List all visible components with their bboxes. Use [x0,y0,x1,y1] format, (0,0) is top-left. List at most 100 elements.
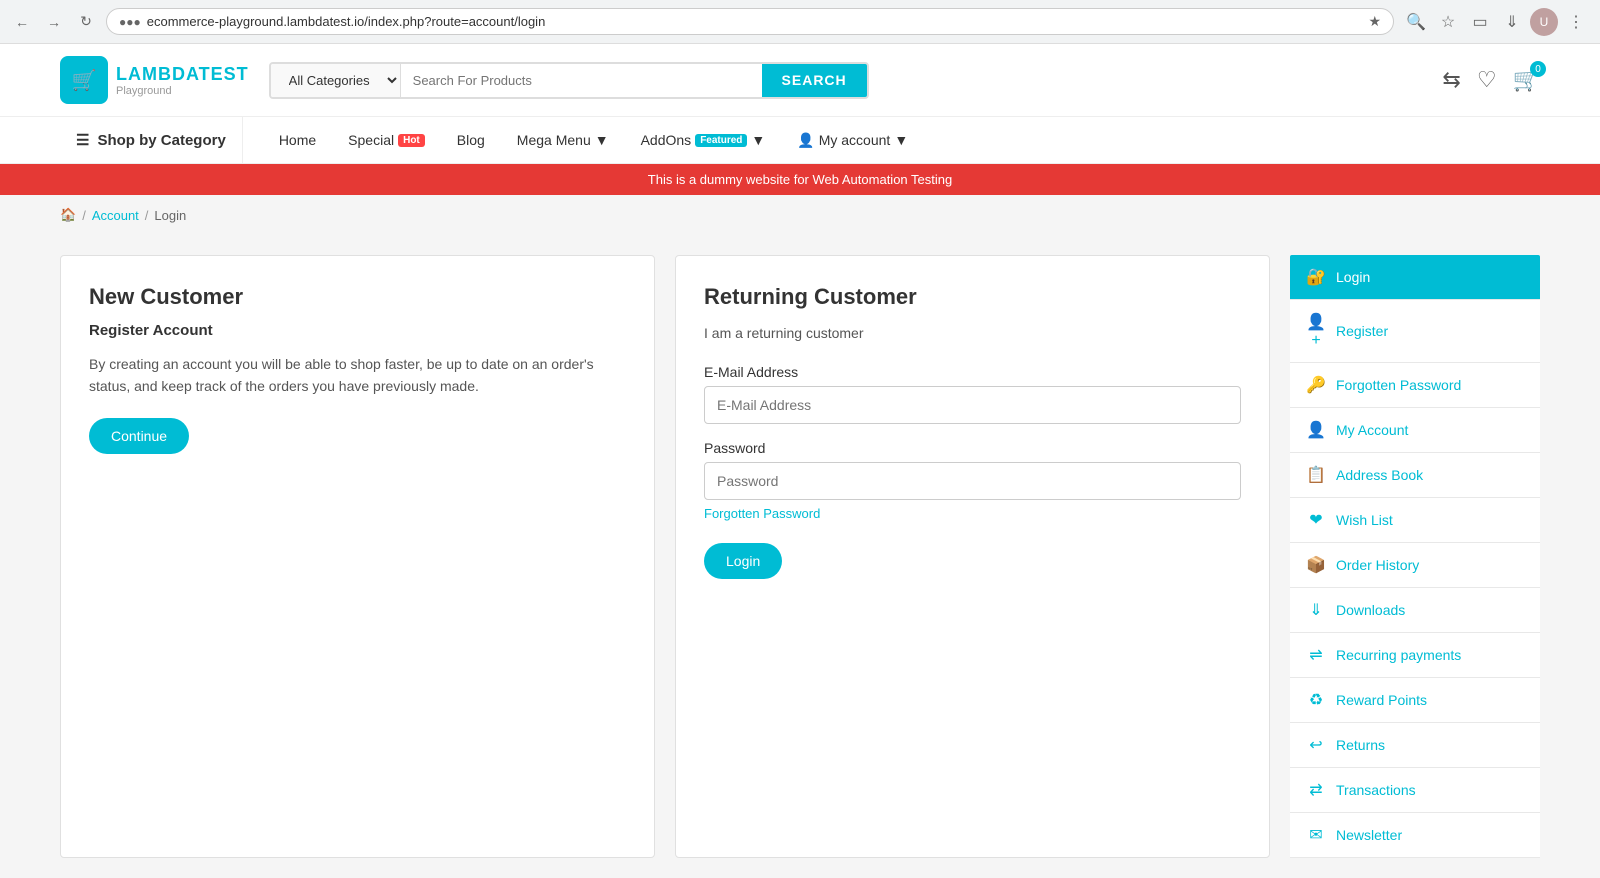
site-header: 🛒 LAMBDATEST Playground All Categories S… [0,44,1600,117]
sidebar-item-downloads[interactable]: ⇓ Downloads [1290,588,1540,633]
cast-button[interactable]: ▭ [1466,8,1494,36]
address-book-icon: 📋 [1306,465,1326,485]
order-history-icon: 📦 [1306,555,1326,575]
forward-button[interactable]: → [42,10,66,34]
back-button[interactable]: ← [10,10,34,34]
compare-icon: ⇆ [1442,67,1460,93]
returning-customer-panel: Returning Customer I am a returning cust… [675,255,1270,858]
downloads-icon: ⇓ [1306,600,1326,620]
nav-my-account[interactable]: 👤 My account ▼ [781,118,924,163]
breadcrumb-sep-2: / [145,208,149,223]
featured-badge: Featured [695,134,747,147]
sidebar-item-my-account[interactable]: 👤 My Account [1290,408,1540,453]
sidebar-item-newsletter[interactable]: ✉ Newsletter [1290,813,1540,858]
hot-badge: Hot [398,134,425,147]
new-customer-panel: New Customer Register Account By creatin… [60,255,655,858]
continue-button[interactable]: Continue [89,418,189,454]
sidebar-register-label: Register [1336,323,1388,339]
nav-home-label: Home [279,132,316,148]
nav-blog-label: Blog [457,132,485,148]
breadcrumb-account[interactable]: Account [92,208,139,223]
sidebar-transactions-label: Transactions [1336,782,1416,798]
email-form-group: E-Mail Address [704,364,1241,424]
sidebar-item-login[interactable]: 🔐 Login [1290,255,1540,300]
sidebar-newsletter-label: Newsletter [1336,827,1402,843]
url-bar[interactable]: ●●● ecommerce-playground.lambdatest.io/i… [106,8,1394,35]
sidebar-item-address-book[interactable]: 📋 Address Book [1290,453,1540,498]
sidebar: 🔐 Login 👤+ Register 🔑 Forgotten Password… [1290,255,1540,858]
search-button[interactable]: SEARCH [762,64,867,97]
login-button[interactable]: Login [704,543,782,579]
transactions-icon: ⇄ [1306,780,1326,800]
returning-customer-subtitle: I am a returning customer [704,322,1241,344]
nav-home[interactable]: Home [263,118,332,162]
sidebar-item-recurring-payments[interactable]: ⇌ Recurring payments [1290,633,1540,678]
breadcrumb-login: Login [154,208,186,223]
forgotten-password-icon: 🔑 [1306,375,1326,395]
menu-icon: ☰ [76,131,89,149]
sidebar-item-transactions[interactable]: ⇄ Transactions [1290,768,1540,813]
promo-banner: This is a dummy website for Web Automati… [0,164,1600,195]
menu-button[interactable]: ⋮ [1562,8,1590,36]
my-account-icon: 👤 [1306,420,1326,440]
recurring-payments-icon: ⇌ [1306,645,1326,665]
returning-customer-title: Returning Customer [704,284,1241,310]
email-input[interactable] [704,386,1241,424]
nav-mega-menu-label: Mega Menu [517,132,591,148]
shop-by-category[interactable]: ☰ Shop by Category [60,117,243,163]
register-icon: 👤+ [1306,312,1326,350]
sidebar-login-label: Login [1336,269,1370,285]
sidebar-item-order-history[interactable]: 📦 Order History [1290,543,1540,588]
wishlist-button[interactable]: ♡ [1477,67,1497,93]
heart-icon: ♡ [1477,67,1497,93]
password-input[interactable] [704,462,1241,500]
banner-text: This is a dummy website for Web Automati… [648,172,952,187]
browser-action-buttons: 🔍 ☆ ▭ ⇓ U ⋮ [1402,8,1590,36]
new-customer-description: By creating an account you will be able … [89,353,626,398]
sidebar-forgotten-label: Forgotten Password [1336,377,1461,393]
nav-my-account-label: My account [819,132,891,148]
logo-icon: 🛒 [60,56,108,104]
breadcrumb-sep-1: / [82,208,86,223]
nav-blog[interactable]: Blog [441,118,501,162]
bookmark-button[interactable]: ☆ [1434,8,1462,36]
header-icons: ⇆ ♡ 🛒 0 [1442,67,1540,93]
sidebar-downloads-label: Downloads [1336,602,1405,618]
download-button[interactable]: ⇓ [1498,8,1526,36]
breadcrumb-home[interactable]: 🏠 [60,207,76,223]
cart-button[interactable]: 🛒 0 [1513,67,1540,93]
compare-button[interactable]: ⇆ [1442,67,1460,93]
zoom-button[interactable]: 🔍 [1402,8,1430,36]
new-customer-title: New Customer [89,284,626,310]
sidebar-item-register[interactable]: 👤+ Register [1290,300,1540,363]
logo[interactable]: 🛒 LAMBDATEST Playground [60,56,249,104]
password-label: Password [704,440,1241,456]
search-input[interactable] [401,64,762,97]
reward-points-icon: ♻ [1306,690,1326,710]
nav-mega-menu[interactable]: Mega Menu ▼ [501,118,625,162]
category-select[interactable]: All Categories [271,64,401,97]
search-bar: All Categories SEARCH [269,62,869,99]
sidebar-wish-list-label: Wish List [1336,512,1393,528]
nav-addons-label: AddOns [641,132,692,148]
shop-by-category-label: Shop by Category [97,132,225,149]
main-nav: Home Special Hot Blog Mega Menu ▼ AddOns… [263,118,924,163]
sidebar-item-forgotten-password[interactable]: 🔑 Forgotten Password [1290,363,1540,408]
wish-list-icon: ❤ [1306,510,1326,530]
logo-name: LAMBDATEST [116,64,249,85]
sidebar-reward-points-label: Reward Points [1336,692,1427,708]
nav-addons[interactable]: AddOns Featured ▼ [625,118,782,162]
sidebar-item-returns[interactable]: ↩ Returns [1290,723,1540,768]
nav-special[interactable]: Special Hot [332,118,441,162]
nav-special-label: Special [348,132,394,148]
my-account-arrow-icon: ▼ [894,132,908,148]
forgotten-password-link[interactable]: Forgotten Password [704,506,1241,521]
logo-sub: Playground [116,85,249,97]
panels-area: New Customer Register Account By creatin… [60,255,1270,858]
refresh-button[interactable]: ↻ [74,10,98,34]
cart-badge: 0 [1530,61,1546,77]
profile-avatar[interactable]: U [1530,8,1558,36]
nav-bar: ☰ Shop by Category Home Special Hot Blog… [0,117,1600,164]
sidebar-item-reward-points[interactable]: ♻ Reward Points [1290,678,1540,723]
sidebar-item-wish-list[interactable]: ❤ Wish List [1290,498,1540,543]
